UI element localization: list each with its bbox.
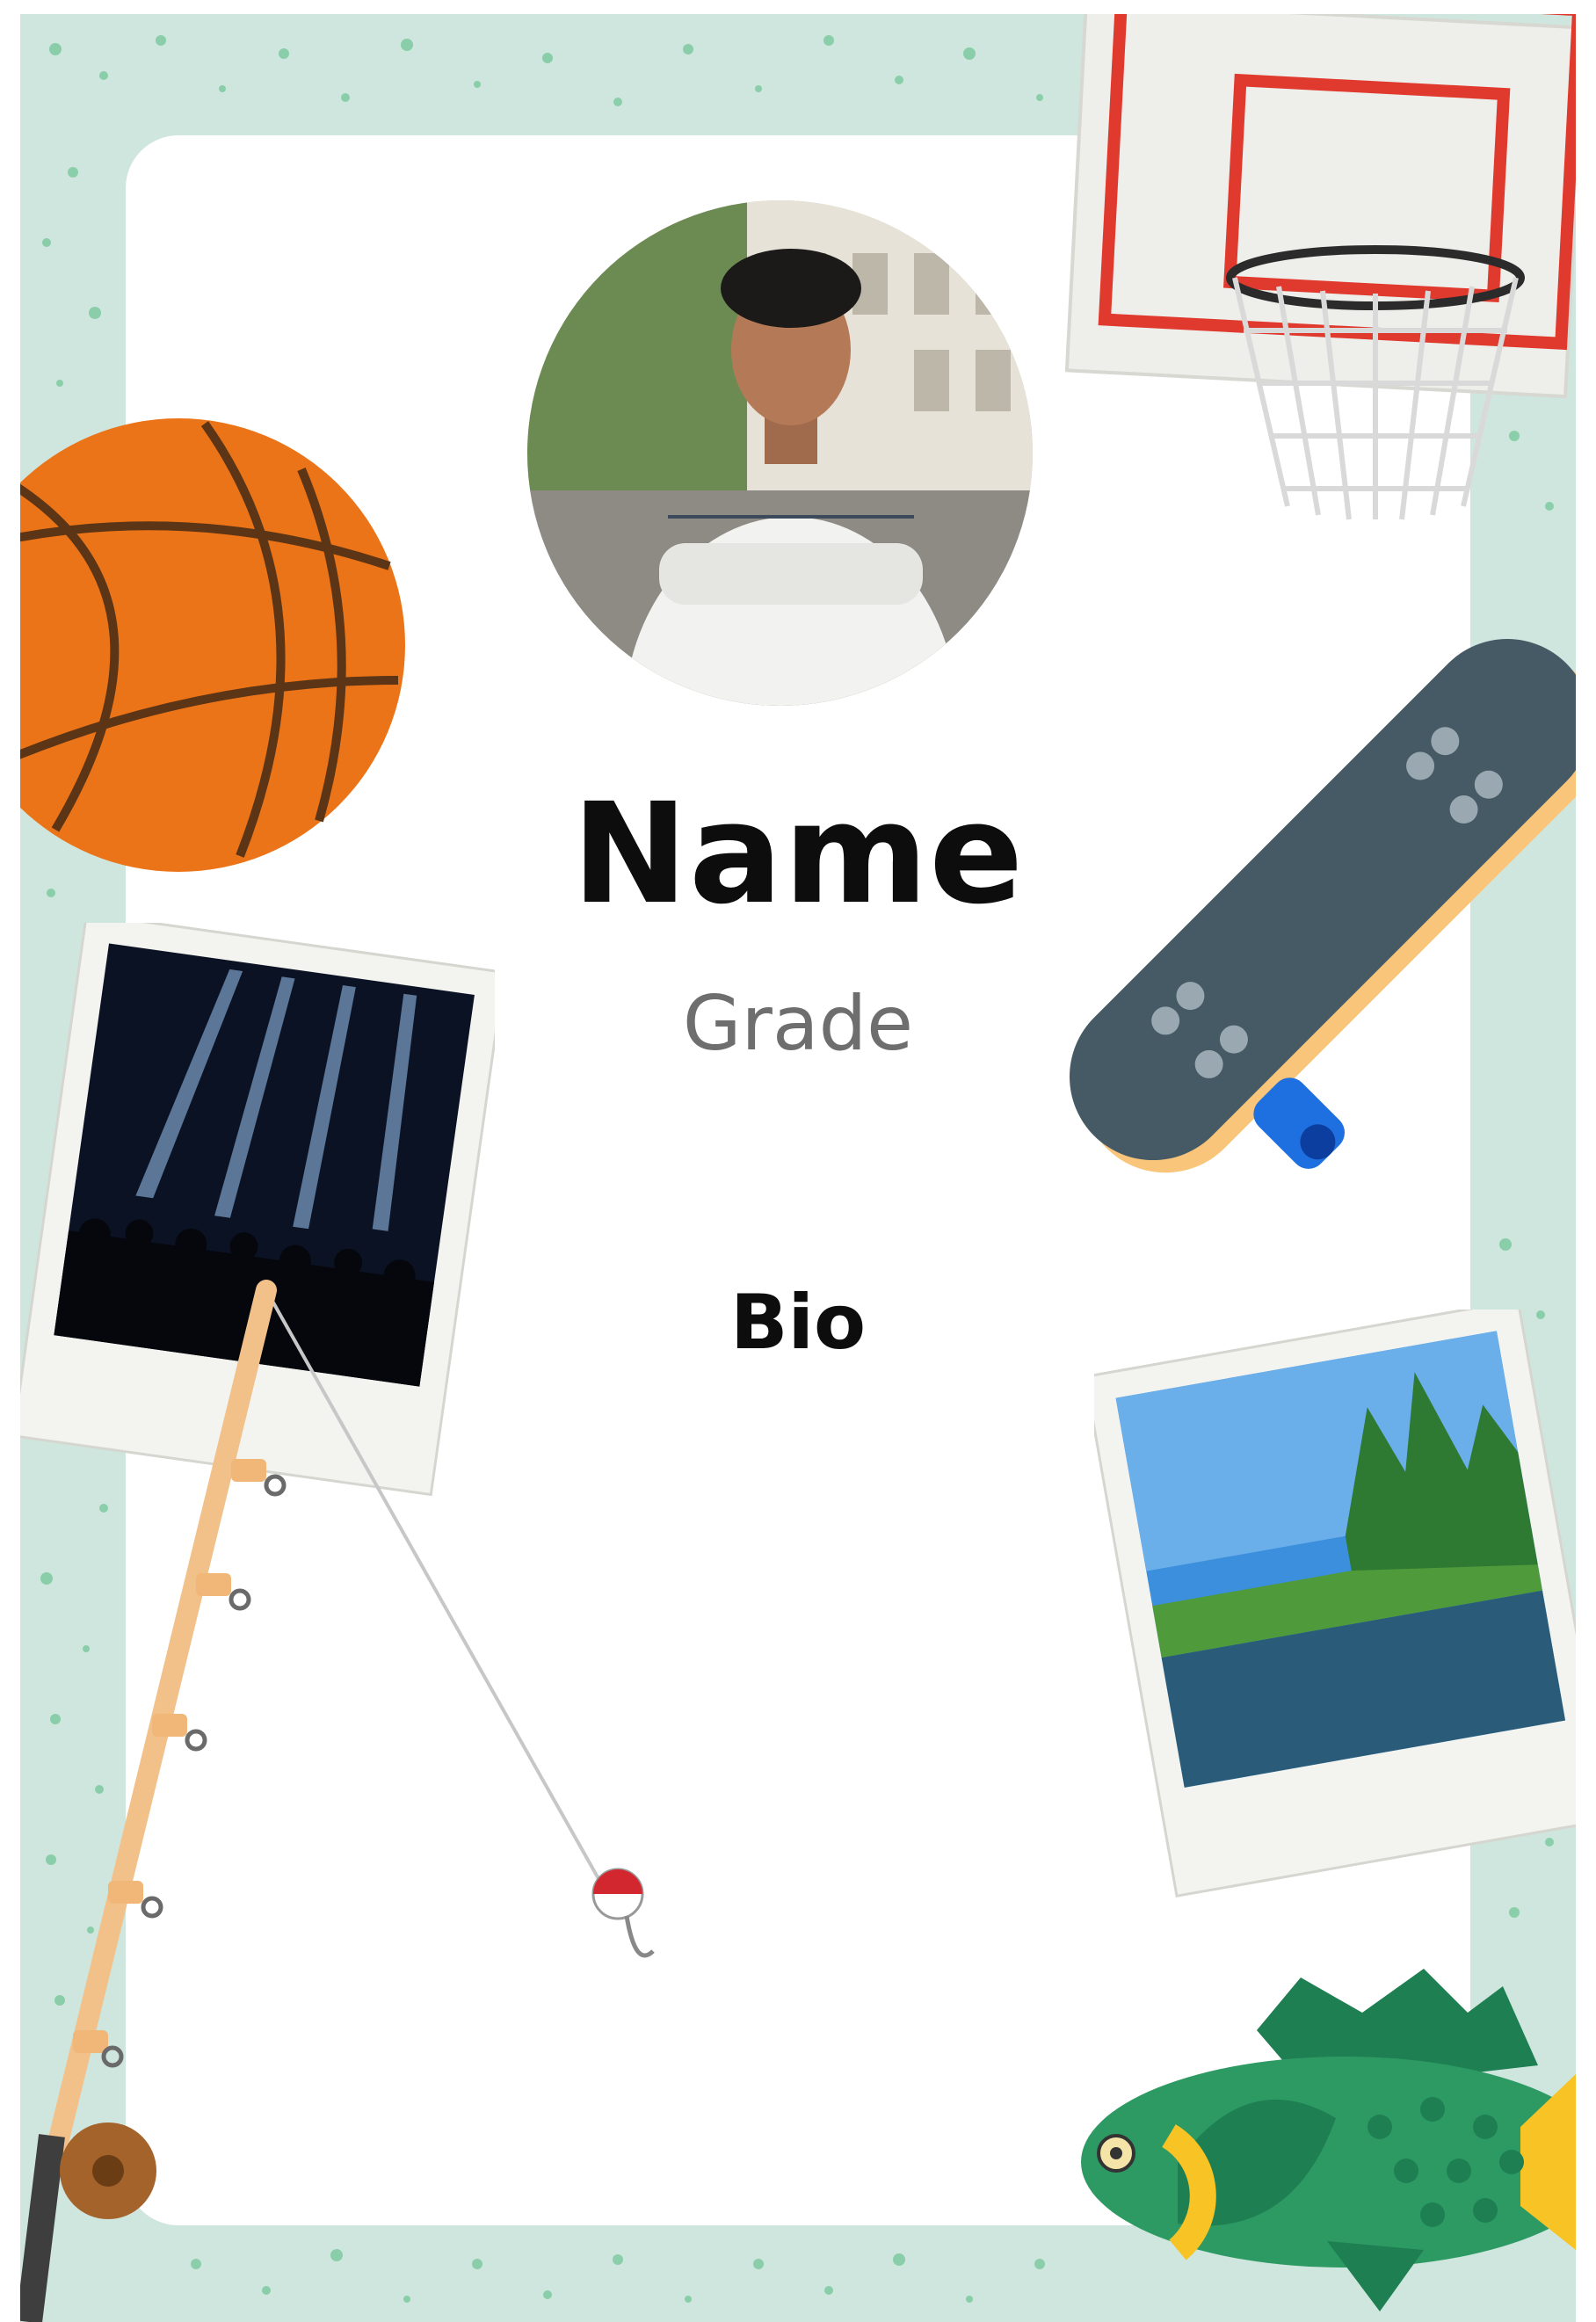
- student-bio-heading: Bio: [729, 1279, 867, 1367]
- student-portrait-photo: [527, 200, 1033, 706]
- fishing-rod-icon: [20, 1280, 655, 2322]
- fish-icon: [1081, 1969, 1576, 2311]
- lake-photo: [1094, 1310, 1576, 1898]
- student-name: Name: [571, 773, 1025, 935]
- basketball-hoop-icon: [1064, 14, 1576, 520]
- student-grade: Grade: [682, 980, 914, 1068]
